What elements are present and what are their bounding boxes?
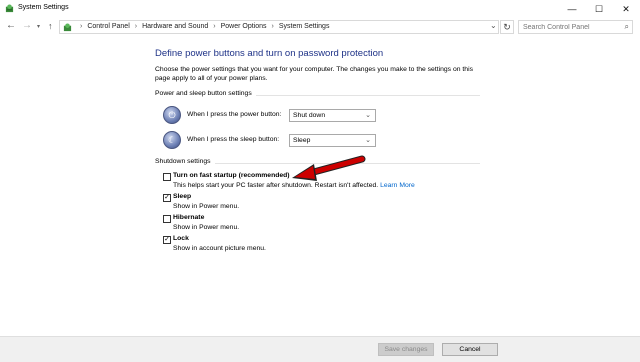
chevron-right-icon: › <box>213 23 216 30</box>
refresh-icon: ↻ <box>503 21 511 32</box>
close-button[interactable]: ✕ <box>613 0 639 18</box>
lock-title[interactable]: Lock <box>173 235 189 242</box>
breadcrumb-hardware-and-sound[interactable]: Hardware and Sound <box>142 23 208 30</box>
up-arrow-icon[interactable]: ↑ <box>48 21 53 31</box>
chevron-right-icon: › <box>80 23 83 30</box>
fast-startup-checkbox[interactable] <box>163 173 171 181</box>
recent-locations-icon[interactable]: ▾ <box>37 23 40 30</box>
fast-startup-title[interactable]: Turn on fast startup (recommended) <box>173 172 290 179</box>
minimize-button[interactable]: — <box>559 0 585 18</box>
refresh-button[interactable]: ↻ <box>500 20 514 34</box>
annotation-arrow-icon <box>292 155 366 181</box>
title-bar: System Settings — ☐ ✕ <box>0 0 640 18</box>
chevron-right-icon: › <box>271 23 274 30</box>
lock-desc: Show in account picture menu. <box>173 245 266 252</box>
shutdown-section-label: Shutdown settings <box>155 158 215 165</box>
save-changes-button[interactable]: Save changes <box>378 343 434 356</box>
page-title: Define power buttons and turn on passwor… <box>155 48 384 59</box>
breadcrumb-system-settings[interactable]: System Settings <box>279 23 330 30</box>
sleep-title[interactable]: Sleep <box>173 193 191 200</box>
hibernate-checkbox[interactable] <box>163 215 171 223</box>
learn-more-link[interactable]: Learn More <box>380 182 415 189</box>
chevron-right-icon: › <box>134 23 138 30</box>
chevron-down-icon: ⌄ <box>365 137 371 144</box>
search-icon[interactable]: ⌕ <box>625 22 629 32</box>
sleep-checkbox[interactable]: ✓ <box>163 194 171 202</box>
cancel-button[interactable]: Cancel <box>442 343 498 356</box>
sleep-button-select[interactable]: Sleep ⌄ <box>289 134 376 147</box>
search-input[interactable] <box>519 21 614 33</box>
power-button-icon: ⏻ <box>163 106 181 124</box>
power-button-label: When I press the power button: <box>187 111 282 118</box>
sleep-button-value: Sleep <box>293 137 311 144</box>
main-content: Define power buttons and turn on passwor… <box>0 36 640 336</box>
lock-checkbox[interactable]: ✓ <box>163 236 171 244</box>
address-box[interactable]: › Control Panel › Hardware and Sound › P… <box>59 20 499 34</box>
control-panel-icon <box>5 4 14 13</box>
breadcrumb: › Control Panel › Hardware and Sound › P… <box>75 23 329 30</box>
power-section-label: Power and sleep button settings <box>155 90 256 97</box>
page-intro: Choose the power settings that you want … <box>155 66 473 82</box>
sleep-button-icon: ☾ <box>163 131 181 149</box>
sleep-desc: Show in Power menu. <box>173 203 240 210</box>
maximize-button[interactable]: ☐ <box>586 0 612 18</box>
chevron-down-icon: ⌄ <box>365 112 371 119</box>
back-arrow-icon[interactable]: ← <box>6 20 16 31</box>
breadcrumb-control-panel[interactable]: Control Panel <box>87 23 129 30</box>
power-button-value: Shut down <box>293 112 326 119</box>
hibernate-desc: Show in Power menu. <box>173 224 240 231</box>
power-button-select[interactable]: Shut down ⌄ <box>289 109 376 122</box>
forward-arrow-icon[interactable]: → <box>22 20 32 31</box>
search-box[interactable]: ⌕ <box>518 20 633 34</box>
window-title: System Settings <box>18 4 69 11</box>
footer-bar: Save changes Cancel <box>0 336 640 362</box>
hibernate-title[interactable]: Hibernate <box>173 214 204 221</box>
control-panel-icon <box>63 23 72 32</box>
address-dropdown-icon[interactable]: ⌄ <box>490 21 497 30</box>
breadcrumb-power-options[interactable]: Power Options <box>221 23 267 30</box>
sleep-button-label: When I press the sleep button: <box>187 136 280 143</box>
